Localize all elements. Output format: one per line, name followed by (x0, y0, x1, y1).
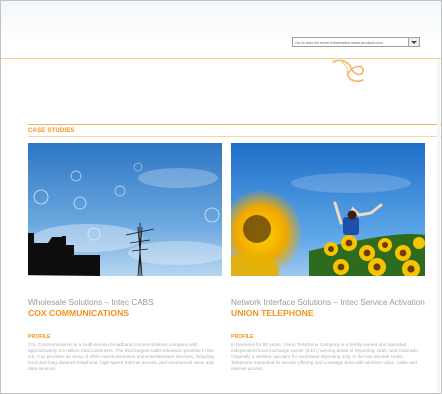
sunflower-field-photo (231, 143, 425, 276)
card-company-title[interactable]: COX COMMUNICATIONS (28, 308, 222, 318)
card-profile-label: PROFILE (28, 334, 51, 340)
card-subtitle: Wholesale Solutions – Intec CABS (28, 298, 154, 307)
chevron-down-icon[interactable] (408, 38, 419, 46)
site-select-value: Go to how for more information www.produ… (295, 40, 383, 45)
section-title: CASE STUDIES (28, 128, 75, 134)
card-profile-text: In business for 90 years, Union Telephon… (231, 342, 419, 372)
scrollbar-track[interactable] (437, 59, 440, 393)
site-select[interactable]: Go to how for more information www.produ… (292, 37, 420, 47)
page-frame: Go to how for more information www.produ… (0, 0, 442, 394)
case-study-card[interactable]: Network Interface Solutions – Intec Serv… (231, 143, 425, 372)
swirl-logo-icon (332, 59, 364, 83)
header-band (1, 1, 441, 59)
section-bottom-rule (28, 136, 441, 137)
card-company-title[interactable]: UNION TELEPHONE (231, 308, 425, 318)
card-profile-text: Cox Communications is a multi-service br… (28, 342, 215, 372)
sky-bubbles-antenna-photo (28, 143, 222, 276)
section-top-rule (28, 124, 441, 125)
card-subtitle: Network Interface Solutions – Intec Serv… (231, 298, 425, 307)
case-study-card[interactable]: Wholesale Solutions – Intec CABS COX COM… (28, 143, 222, 372)
header-divider (1, 58, 441, 59)
card-profile-label: PROFILE (231, 334, 254, 340)
